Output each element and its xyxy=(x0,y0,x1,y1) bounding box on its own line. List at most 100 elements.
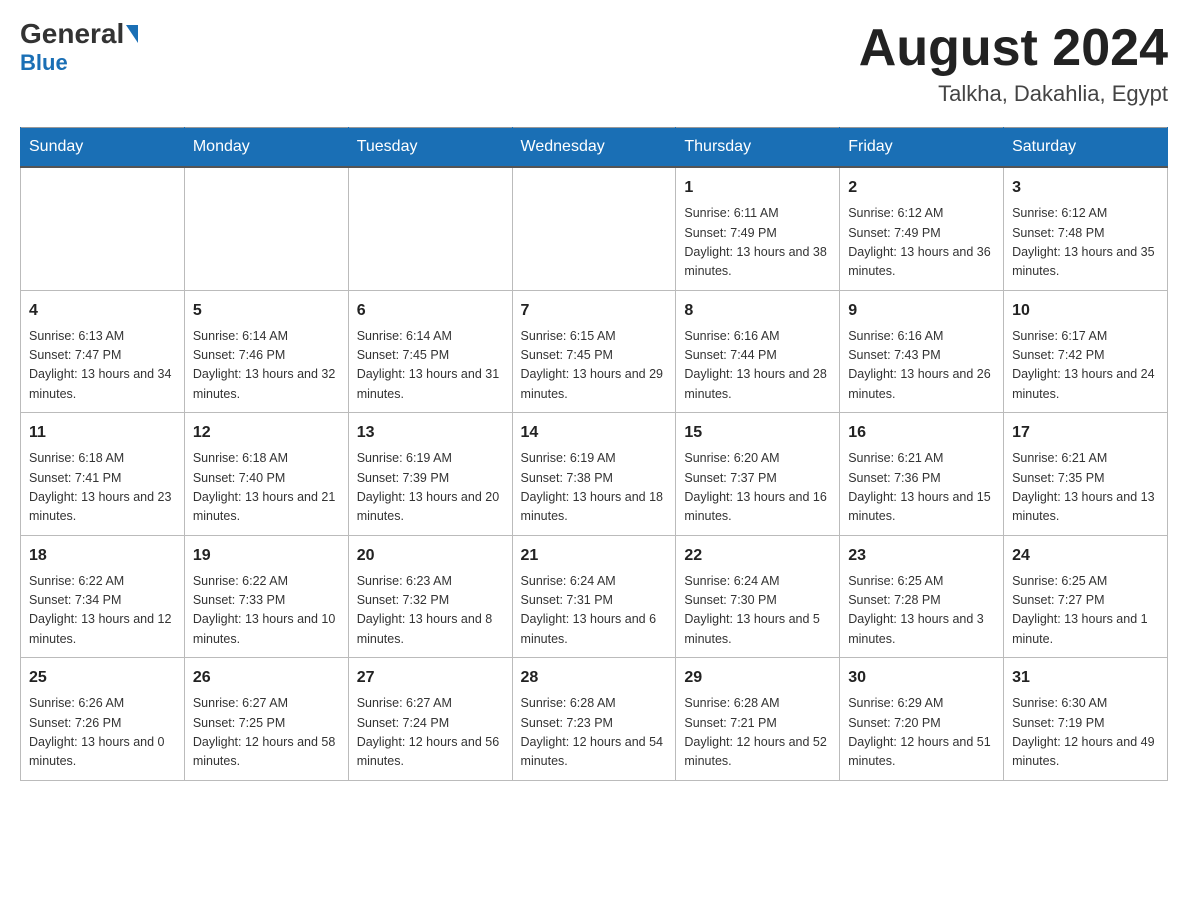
day-number: 23 xyxy=(848,544,995,568)
logo-triangle-icon xyxy=(126,25,138,43)
calendar-cell-week4-day1: 18 Sunrise: 6:22 AMSunset: 7:34 PMDayligh… xyxy=(21,535,185,658)
day-info: Sunrise: 6:21 AMSunset: 7:36 PMDaylight:… xyxy=(848,449,995,527)
calendar-table: SundayMondayTuesdayWednesdayThursdayFrid… xyxy=(20,127,1168,781)
month-year-title: August 2024 xyxy=(859,20,1168,77)
day-number: 31 xyxy=(1012,666,1159,690)
calendar-week-5: 25Sunrise: 6:26 AMSunset: 7:26 PMDayligh… xyxy=(21,658,1168,781)
day-number: 26 xyxy=(193,666,340,690)
location-subtitle: Talkha, Dakahlia, Egypt xyxy=(859,81,1168,107)
day-number: 29 xyxy=(684,666,831,690)
header: General Blue August 2024 Talkha, Dakahli… xyxy=(20,20,1168,107)
day-info: Sunrise: 6:30 AMSunset: 7:19 PMDaylight:… xyxy=(1012,694,1159,772)
day-number: 3 xyxy=(1012,176,1159,200)
day-number: 17 xyxy=(1012,421,1159,445)
calendar-cell-week4-day2: 19 Sunrise: 6:22 AMSunset: 7:33 PMDayligh… xyxy=(184,535,348,658)
day-info: Sunrise: 6:20 AMSunset: 7:37 PMDaylight:… xyxy=(684,449,831,527)
calendar-cell-week4-day4: 21 Sunrise: 6:24 AMSunset: 7:31 PMDayligh… xyxy=(512,535,676,658)
day-info: Sunrise: 6:19 AMSunset: 7:38 PMDaylight:… xyxy=(521,449,668,527)
day-number: 21 xyxy=(521,544,668,568)
logo: General Blue xyxy=(20,20,138,76)
day-info: Sunrise: 6:19 AMSunset: 7:39 PMDaylight:… xyxy=(357,449,504,527)
day-number: 10 xyxy=(1012,299,1159,323)
day-info: Sunrise: 6:13 AMSunset: 7:47 PMDaylight:… xyxy=(29,327,176,405)
day-info: Sunrise: 6:29 AMSunset: 7:20 PMDaylight:… xyxy=(848,694,995,772)
calendar-cell-week2-day6: 9 Sunrise: 6:16 AMSunset: 7:43 PMDaylight… xyxy=(840,290,1004,413)
calendar-cell-week3-day3: 13 Sunrise: 6:19 AMSunset: 7:39 PMDayligh… xyxy=(348,413,512,536)
calendar-cell-week3-day1: 11Sunrise: 6:18 AMSunset: 7:41 PMDayligh… xyxy=(21,413,185,536)
day-number: 13 xyxy=(357,421,504,445)
day-number: 16 xyxy=(848,421,995,445)
calendar-cell-week1-day1 xyxy=(21,167,185,290)
calendar-cell-week3-day6: 16 Sunrise: 6:21 AMSunset: 7:36 PMDayligh… xyxy=(840,413,1004,536)
calendar-cell-week4-day3: 20Sunrise: 6:23 AMSunset: 7:32 PMDayligh… xyxy=(348,535,512,658)
logo-general: General xyxy=(20,20,124,48)
day-number: 22 xyxy=(684,544,831,568)
day-info: Sunrise: 6:27 AMSunset: 7:25 PMDaylight:… xyxy=(193,694,340,772)
calendar-header-saturday: Saturday xyxy=(1004,128,1168,168)
title-area: August 2024 Talkha, Dakahlia, Egypt xyxy=(859,20,1168,107)
calendar-week-3: 11Sunrise: 6:18 AMSunset: 7:41 PMDayligh… xyxy=(21,413,1168,536)
calendar-cell-week3-day4: 14 Sunrise: 6:19 AMSunset: 7:38 PMDayligh… xyxy=(512,413,676,536)
day-number: 14 xyxy=(521,421,668,445)
calendar-header-thursday: Thursday xyxy=(676,128,840,168)
day-info: Sunrise: 6:18 AMSunset: 7:40 PMDaylight:… xyxy=(193,449,340,527)
calendar-week-4: 18 Sunrise: 6:22 AMSunset: 7:34 PMDayligh… xyxy=(21,535,1168,658)
calendar-cell-week2-day1: 4 Sunrise: 6:13 AMSunset: 7:47 PMDaylight… xyxy=(21,290,185,413)
calendar-header-monday: Monday xyxy=(184,128,348,168)
day-number: 4 xyxy=(29,299,176,323)
calendar-cell-week3-day7: 17 Sunrise: 6:21 AMSunset: 7:35 PMDayligh… xyxy=(1004,413,1168,536)
day-number: 7 xyxy=(521,299,668,323)
calendar-header-row: SundayMondayTuesdayWednesdayThursdayFrid… xyxy=(21,128,1168,168)
day-number: 9 xyxy=(848,299,995,323)
calendar-cell-week1-day7: 3 Sunrise: 6:12 AMSunset: 7:48 PMDaylight… xyxy=(1004,167,1168,290)
day-info: Sunrise: 6:16 AMSunset: 7:43 PMDaylight:… xyxy=(848,327,995,405)
day-info: Sunrise: 6:27 AMSunset: 7:24 PMDaylight:… xyxy=(357,694,504,772)
calendar-cell-week5-day6: 30 Sunrise: 6:29 AMSunset: 7:20 PMDayligh… xyxy=(840,658,1004,781)
calendar-cell-week5-day1: 25Sunrise: 6:26 AMSunset: 7:26 PMDayligh… xyxy=(21,658,185,781)
day-info: Sunrise: 6:25 AMSunset: 7:28 PMDaylight:… xyxy=(848,572,995,650)
day-number: 30 xyxy=(848,666,995,690)
day-info: Sunrise: 6:26 AMSunset: 7:26 PMDaylight:… xyxy=(29,694,176,772)
logo-blue: Blue xyxy=(20,50,68,76)
calendar-cell-week4-day6: 23 Sunrise: 6:25 AMSunset: 7:28 PMDayligh… xyxy=(840,535,1004,658)
calendar-cell-week2-day2: 5Sunrise: 6:14 AMSunset: 7:46 PMDaylight… xyxy=(184,290,348,413)
day-info: Sunrise: 6:11 AMSunset: 7:49 PMDaylight:… xyxy=(684,204,831,282)
calendar-cell-week1-day2 xyxy=(184,167,348,290)
calendar-cell-week3-day2: 12 Sunrise: 6:18 AMSunset: 7:40 PMDayligh… xyxy=(184,413,348,536)
day-info: Sunrise: 6:12 AMSunset: 7:48 PMDaylight:… xyxy=(1012,204,1159,282)
day-info: Sunrise: 6:21 AMSunset: 7:35 PMDaylight:… xyxy=(1012,449,1159,527)
day-info: Sunrise: 6:28 AMSunset: 7:21 PMDaylight:… xyxy=(684,694,831,772)
calendar-cell-week2-day5: 8 Sunrise: 6:16 AMSunset: 7:44 PMDaylight… xyxy=(676,290,840,413)
day-number: 11 xyxy=(29,421,176,445)
calendar-week-2: 4 Sunrise: 6:13 AMSunset: 7:47 PMDaylight… xyxy=(21,290,1168,413)
day-number: 15 xyxy=(684,421,831,445)
calendar-cell-week1-day3 xyxy=(348,167,512,290)
calendar-cell-week2-day3: 6Sunrise: 6:14 AMSunset: 7:45 PMDaylight… xyxy=(348,290,512,413)
day-number: 19 xyxy=(193,544,340,568)
day-number: 8 xyxy=(684,299,831,323)
calendar-header-friday: Friday xyxy=(840,128,1004,168)
calendar-header-tuesday: Tuesday xyxy=(348,128,512,168)
day-info: Sunrise: 6:14 AMSunset: 7:45 PMDaylight:… xyxy=(357,327,504,405)
day-number: 5 xyxy=(193,299,340,323)
calendar-header-wednesday: Wednesday xyxy=(512,128,676,168)
day-number: 1 xyxy=(684,176,831,200)
day-info: Sunrise: 6:22 AMSunset: 7:33 PMDaylight:… xyxy=(193,572,340,650)
calendar-cell-week4-day7: 24 Sunrise: 6:25 AMSunset: 7:27 PMDayligh… xyxy=(1004,535,1168,658)
day-number: 24 xyxy=(1012,544,1159,568)
day-info: Sunrise: 6:16 AMSunset: 7:44 PMDaylight:… xyxy=(684,327,831,405)
calendar-cell-week1-day6: 2 Sunrise: 6:12 AMSunset: 7:49 PMDaylight… xyxy=(840,167,1004,290)
calendar-cell-week1-day5: 1 Sunrise: 6:11 AMSunset: 7:49 PMDaylight… xyxy=(676,167,840,290)
day-number: 12 xyxy=(193,421,340,445)
calendar-cell-week2-day7: 10Sunrise: 6:17 AMSunset: 7:42 PMDayligh… xyxy=(1004,290,1168,413)
day-info: Sunrise: 6:23 AMSunset: 7:32 PMDaylight:… xyxy=(357,572,504,650)
calendar-cell-week5-day5: 29 Sunrise: 6:28 AMSunset: 7:21 PMDayligh… xyxy=(676,658,840,781)
day-info: Sunrise: 6:12 AMSunset: 7:49 PMDaylight:… xyxy=(848,204,995,282)
day-info: Sunrise: 6:22 AMSunset: 7:34 PMDaylight:… xyxy=(29,572,176,650)
day-info: Sunrise: 6:24 AMSunset: 7:31 PMDaylight:… xyxy=(521,572,668,650)
day-number: 18 xyxy=(29,544,176,568)
day-info: Sunrise: 6:25 AMSunset: 7:27 PMDaylight:… xyxy=(1012,572,1159,650)
day-number: 2 xyxy=(848,176,995,200)
day-number: 28 xyxy=(521,666,668,690)
calendar-cell-week3-day5: 15 Sunrise: 6:20 AMSunset: 7:37 PMDayligh… xyxy=(676,413,840,536)
